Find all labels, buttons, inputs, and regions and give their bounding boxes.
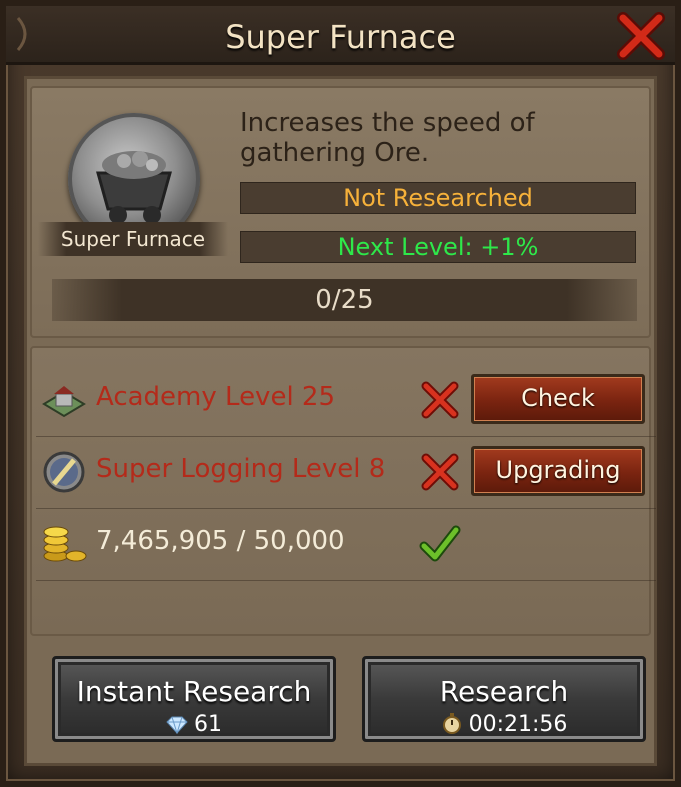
research-progress: 0/25 [52,279,637,321]
research-label: Research [439,675,569,708]
research-name-label: Super Furnace [38,222,228,256]
instant-research-button[interactable]: Instant Research 61 [52,656,336,742]
title-bar: Super Furnace [6,6,675,65]
dialog-title: Super Furnace [225,18,456,56]
requirement-row: Super Logging Level 8 Upgrading [36,436,656,509]
research-duration: 00:21:56 [468,712,568,737]
requirement-label: 7,465,905 / 50,000 [96,526,345,556]
requirement-label: Academy Level 25 [96,382,336,412]
upgrading-button[interactable]: Upgrading [471,446,645,496]
diamond-icon [166,716,188,735]
next-level-bonus: Next Level: +1% [240,231,636,263]
logging-tech-icon [43,451,85,493]
checkmark-icon [419,525,461,562]
research-button[interactable]: Research 00:21:56 [362,656,646,742]
gem-cost: 61 [194,712,222,737]
close-icon[interactable] [615,10,667,62]
research-description: Increases the speed of gathering Ore. [240,108,535,168]
requirement-row: Academy Level 25 Check [36,364,656,437]
gold-coins-icon [43,526,87,562]
research-status: Not Researched [240,182,636,214]
instant-research-cost: 61 [55,712,333,737]
requirement-row: 7,465,905 / 50,000 [36,508,656,581]
cross-icon [421,453,459,491]
requirement-label: Super Logging Level 8 [96,454,386,484]
academy-building-icon [42,386,86,418]
cross-icon [421,381,459,419]
research-time: 00:21:56 [365,712,643,737]
check-button[interactable]: Check [471,374,645,424]
instant-research-label: Instant Research [76,675,312,708]
stopwatch-icon [442,713,461,734]
